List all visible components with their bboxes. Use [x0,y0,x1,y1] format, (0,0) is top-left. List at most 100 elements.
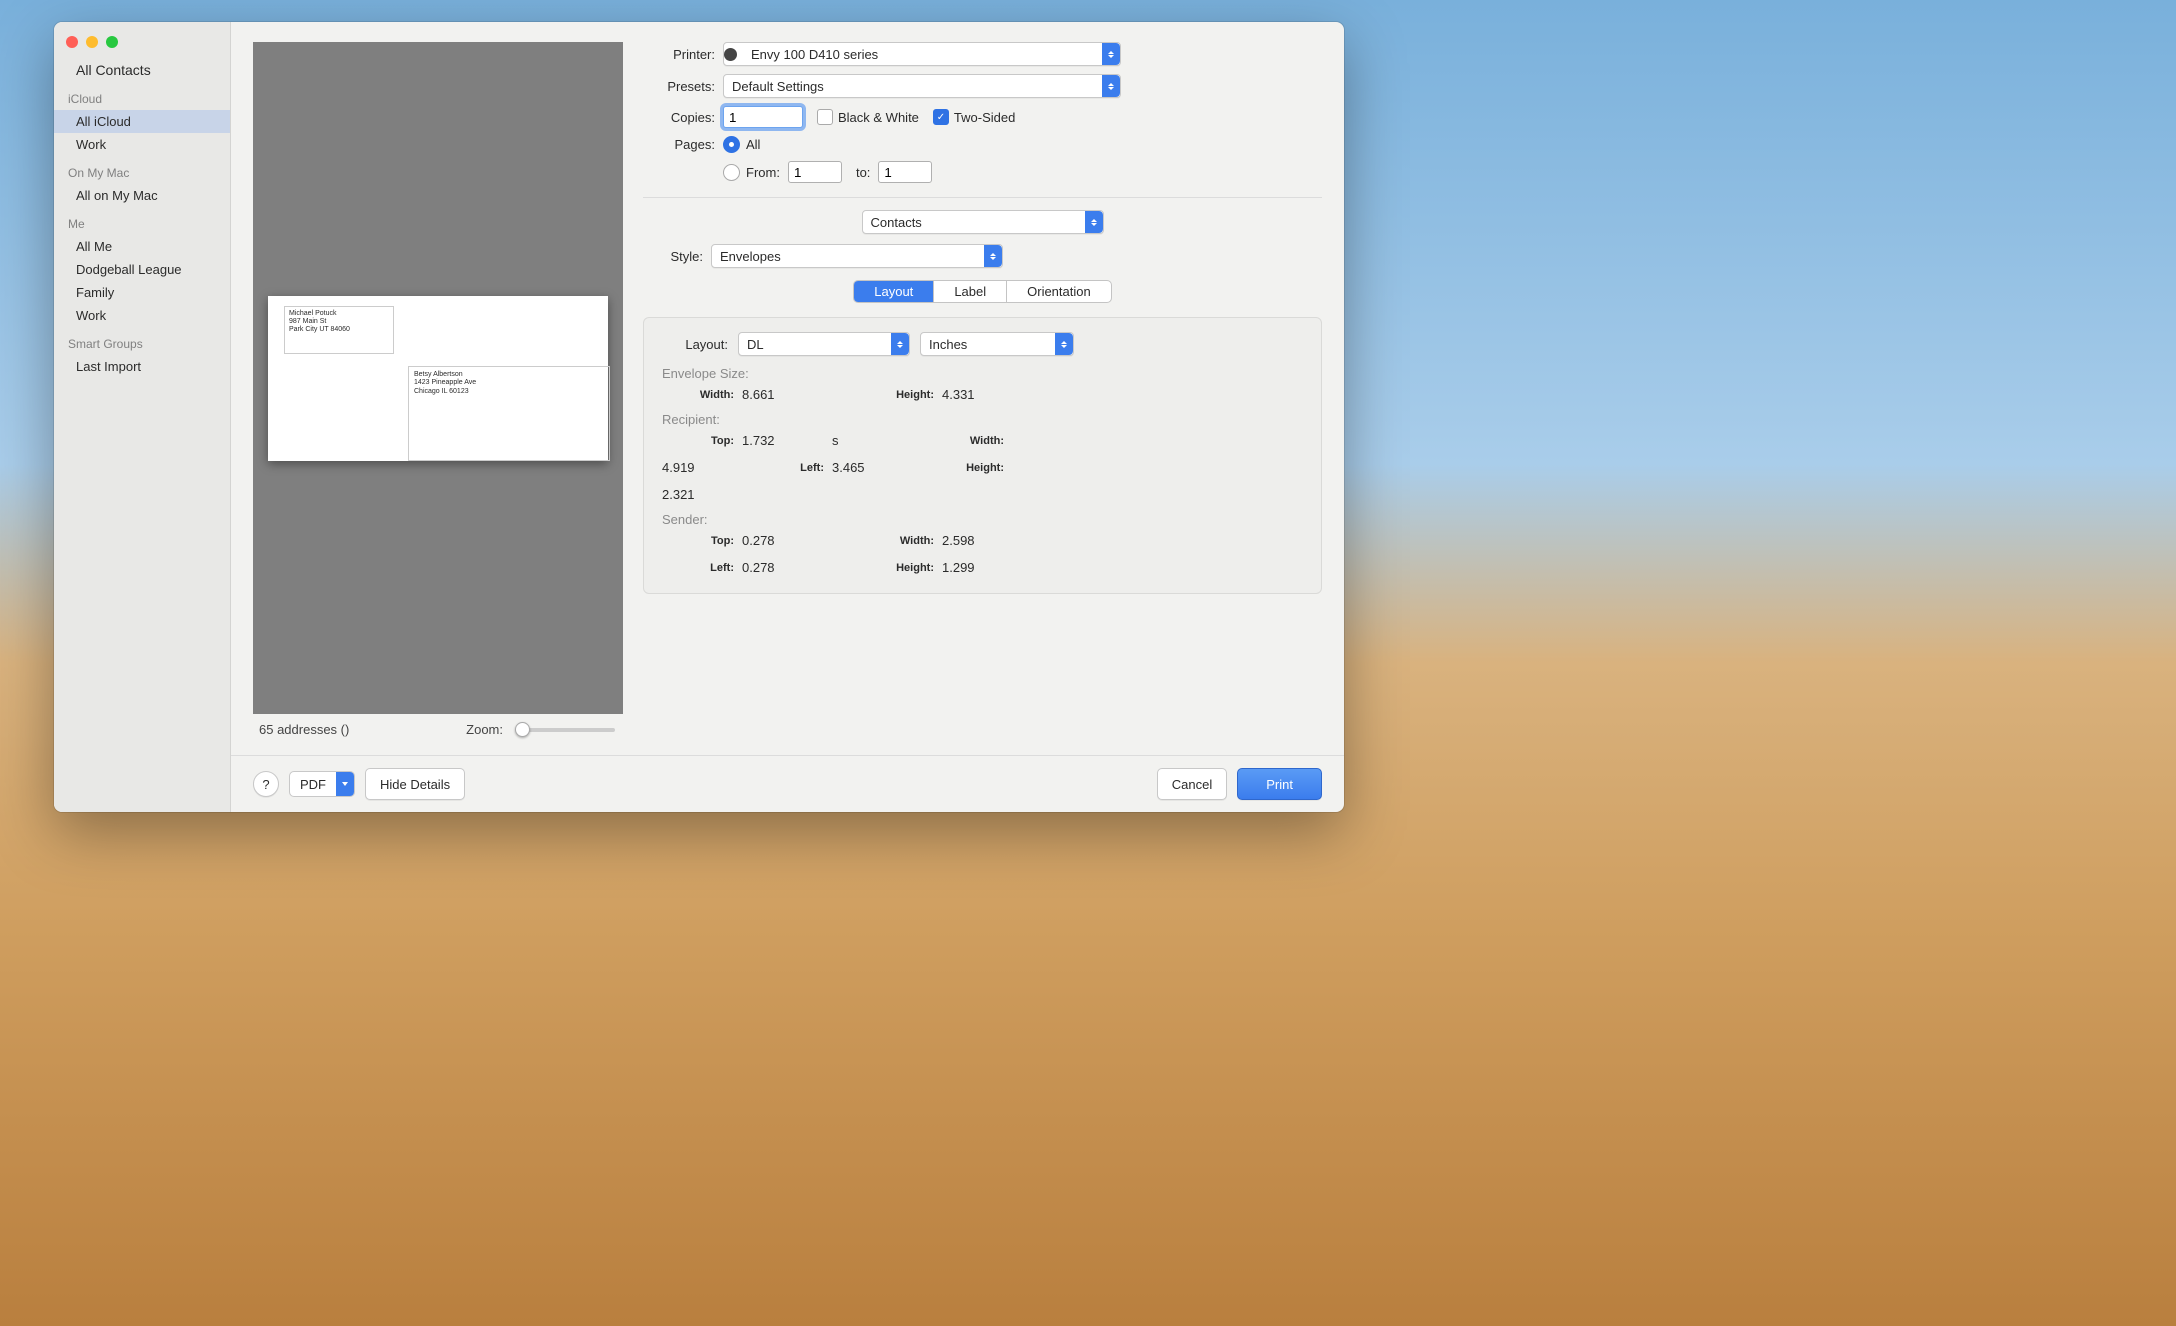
sender-header: Sender: [662,512,1303,527]
recip-left-value: 3.465 [832,460,942,475]
sidebar-item[interactable]: Last Import [54,355,230,378]
pages-from-label: From: [746,165,780,180]
env-width-label: Width: [662,389,742,401]
copies-input[interactable] [723,106,803,128]
cancel-button[interactable]: Cancel [1157,768,1227,800]
copies-label: Copies: [643,110,723,125]
send-height-value: 1.299 [942,560,1012,575]
close-button[interactable] [66,36,78,48]
env-width-value: 8.661 [742,387,832,402]
tab-layout[interactable]: Layout [854,281,934,302]
sender-name: Michael Potuck [289,310,389,318]
contacts-sidebar: All Contacts iCloudAll iCloudWorkOn My M… [54,22,231,812]
minimize-button[interactable] [86,36,98,48]
sidebar-all-contacts[interactable]: All Contacts [54,58,230,82]
envelope-recipient-box[interactable]: Betsy Albertson 1423 Pineapple Ave Chica… [408,366,610,461]
dialog-footer: ? PDF Hide Details Cancel Print [231,755,1344,812]
preview-column: Michael Potuck 987 Main St Park City UT … [253,42,623,745]
print-button[interactable]: Print [1237,768,1322,800]
sidebar-item[interactable]: All Me [54,235,230,258]
style-label: Style: [643,249,711,264]
pages-to-input[interactable] [878,161,932,183]
pages-range-radio[interactable] [723,164,740,181]
preview-status: 65 addresses () [259,722,349,737]
sidebar-item[interactable]: Work [54,133,230,156]
two-sided-checkbox[interactable]: ✓ [933,109,949,125]
printer-select[interactable]: Envy 100 D410 series [723,42,1121,66]
printer-value: Envy 100 D410 series [743,47,1102,62]
envelope-preview: Michael Potuck 987 Main St Park City UT … [268,296,608,461]
sidebar-item[interactable]: Dodgeball League [54,258,230,281]
send-left-label: Left: [662,562,742,574]
send-width-value: 2.598 [942,533,1012,548]
print-dialog-window: All Contacts iCloudAll iCloudWorkOn My M… [54,22,1344,812]
recip-width-value: 4.919 [662,460,742,475]
sidebar-header: On My Mac [54,162,230,184]
printer-label: Printer: [643,47,723,62]
style-tabs: Layout Label Orientation [853,280,1111,303]
pages-label: Pages: [643,137,723,152]
sidebar-header: iCloud [54,88,230,110]
recipient-header: Recipient: [662,412,1303,427]
settings-column: Printer: Envy 100 D410 series Presets: D… [643,42,1322,745]
two-sided-label: Two-Sided [954,110,1015,125]
app-section-value: Contacts [863,215,1085,230]
pdf-label: PDF [290,772,336,796]
recip-height-value: 2.321 [662,487,742,502]
pages-all-label: All [746,137,760,152]
sender-line3: Park City UT 84060 [289,326,389,334]
pages-all-radio[interactable] [723,136,740,153]
sidebar-item[interactable]: All iCloud [54,110,230,133]
app-section-select[interactable]: Contacts [862,210,1104,234]
chevron-down-icon [336,772,354,796]
pages-to-label: to: [856,165,870,180]
recip-width-label: Width: [942,435,1012,447]
units-value: Inches [921,337,1055,352]
preview-surface: Michael Potuck 987 Main St Park City UT … [253,42,623,714]
window-controls [54,28,230,58]
zoom-slider[interactable] [515,728,615,732]
tab-label[interactable]: Label [934,281,1007,302]
sender-line2: 987 Main St [289,318,389,326]
env-height-label: Height: [832,389,942,401]
pdf-menu-button[interactable]: PDF [289,771,355,797]
recip-left-label: Left: [742,462,832,474]
recip-line3: Chicago IL 60123 [414,388,604,397]
printer-icon [724,48,737,61]
sidebar-header: Me [54,213,230,235]
bw-checkbox[interactable] [817,109,833,125]
help-button[interactable]: ? [253,771,279,797]
sidebar-item[interactable]: Work [54,304,230,327]
pages-from-input[interactable] [788,161,842,183]
zoom-label: Zoom: [466,722,503,737]
presets-select[interactable]: Default Settings [723,74,1121,98]
send-top-label: Top: [662,535,742,547]
layout-select[interactable]: DL [738,332,910,356]
envelope-size-header: Envelope Size: [662,366,1303,381]
layout-value: DL [739,337,891,352]
recip-top-value: 1.732 [742,433,832,448]
layout-panel: Layout: DL Inches Envelope Size: Width: … [643,317,1322,594]
layout-label: Layout: [662,337,728,352]
presets-label: Presets: [643,79,723,94]
sidebar-item[interactable]: All on My Mac [54,184,230,207]
env-height-value: 4.331 [942,387,1012,402]
recip-top-label: Top: [662,435,742,447]
recip-name: Betsy Albertson [414,371,604,380]
bw-label: Black & White [838,110,919,125]
send-left-value: 0.278 [742,560,832,575]
envelope-sender-box[interactable]: Michael Potuck 987 Main St Park City UT … [284,306,394,354]
recip-line2: 1423 Pineapple Ave [414,379,604,388]
units-select[interactable]: Inches [920,332,1074,356]
hide-details-button[interactable]: Hide Details [365,768,465,800]
presets-value: Default Settings [724,79,1102,94]
recip-height-label: Height: [942,462,1012,474]
zoom-button[interactable] [106,36,118,48]
send-top-value: 0.278 [742,533,832,548]
tab-orientation[interactable]: Orientation [1007,281,1111,302]
style-select[interactable]: Envelopes [711,244,1003,268]
sidebar-header: Smart Groups [54,333,230,355]
dialog-main: Michael Potuck 987 Main St Park City UT … [231,22,1344,812]
style-value: Envelopes [712,249,984,264]
sidebar-item[interactable]: Family [54,281,230,304]
